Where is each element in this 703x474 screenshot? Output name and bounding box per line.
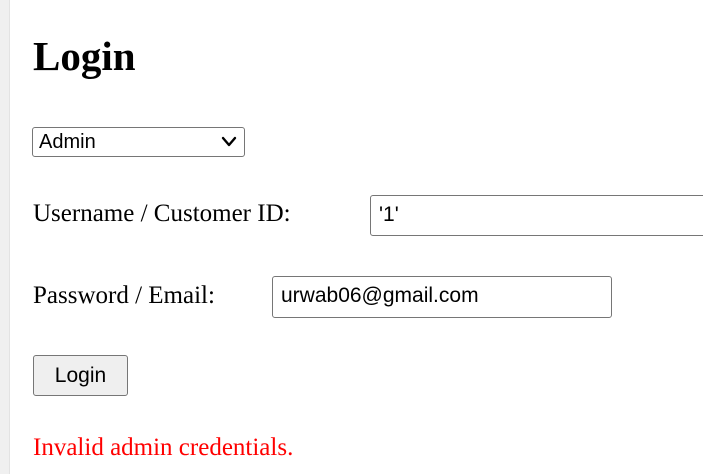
password-input[interactable]: urwab06@gmail.com [272, 276, 612, 318]
role-select[interactable]: Admin [32, 127, 245, 157]
page-title: Login [33, 33, 136, 79]
chevron-down-icon [221, 136, 237, 147]
page-left-rule [0, 0, 10, 474]
role-select-value: Admin [39, 131, 96, 153]
password-label: Password / Email: [33, 282, 215, 309]
username-input[interactable]: '1' [370, 195, 703, 236]
error-message: Invalid admin credentials. [33, 434, 294, 461]
login-button[interactable]: Login [33, 355, 128, 396]
username-label: Username / Customer ID: [33, 200, 291, 227]
